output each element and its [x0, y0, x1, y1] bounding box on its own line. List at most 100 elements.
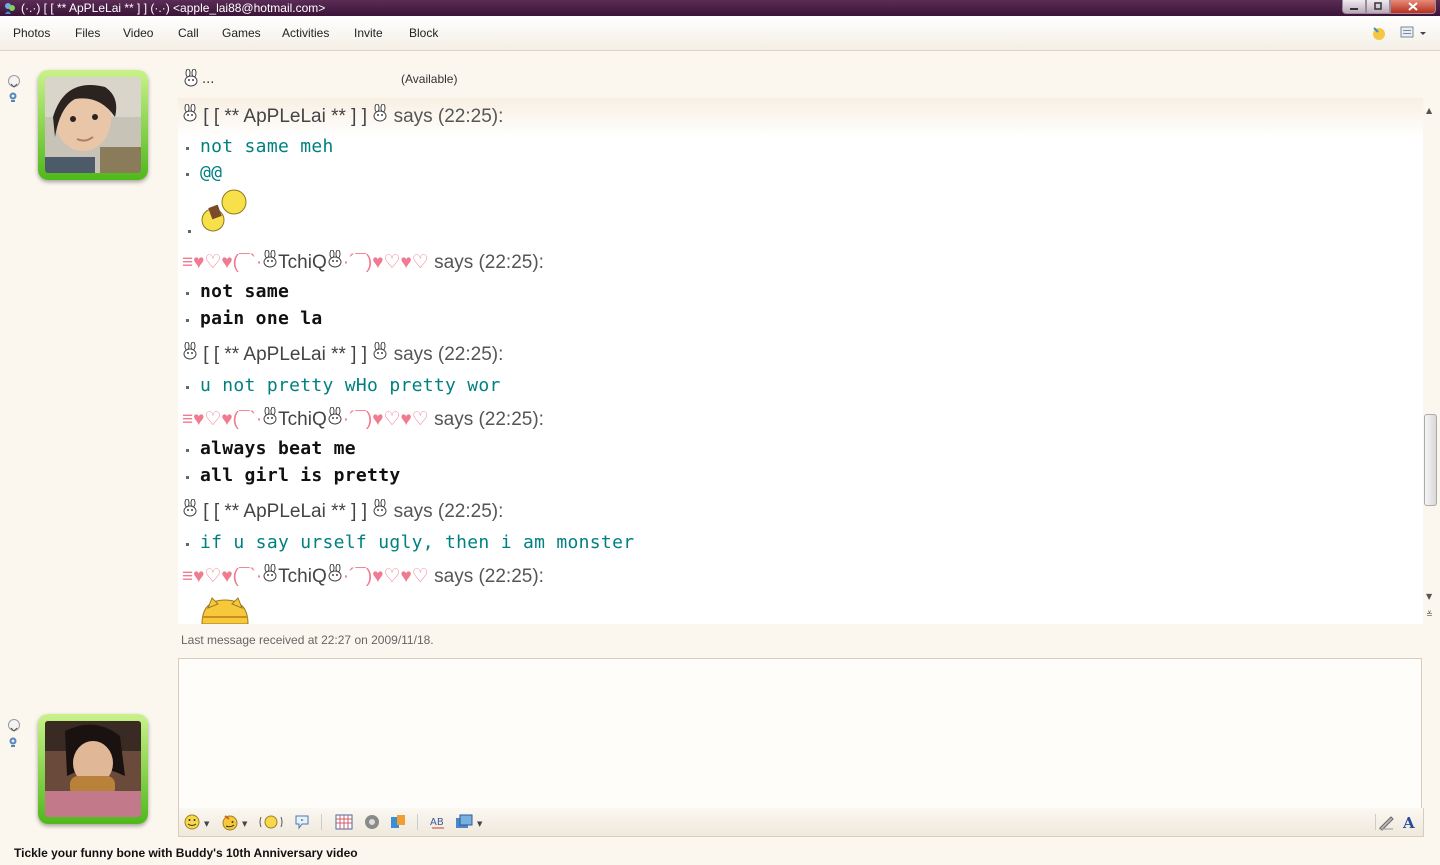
message-line: if u say urself ugly, then i am monster [185, 532, 634, 553]
sender-decoration: ·´¯)♥♡♥♡ [342, 409, 429, 430]
chevron-down-icon[interactable]: ▼ [204, 820, 209, 828]
scroll-down-arrow-icon[interactable]: ▼ [1426, 592, 1432, 601]
sender-name: TchiQ [278, 252, 327, 273]
sender-decoration: ≡♥♡♥(¯`· [182, 252, 263, 273]
bunny-emoticon [183, 498, 197, 517]
menu-files[interactable]: Files [75, 26, 100, 40]
chevron-down-icon [10, 83, 18, 88]
voice-clip-icon[interactable] [293, 813, 311, 831]
nudge-icon[interactable] [1370, 24, 1388, 42]
contact-avatar[interactable] [38, 70, 148, 180]
minimize-icon [1350, 7, 1358, 10]
toolbar-separator [1375, 814, 1376, 830]
menu-video[interactable]: Video [123, 26, 153, 40]
menu-activities[interactable]: Activities [282, 26, 329, 40]
nudge-icon[interactable] [259, 813, 283, 831]
menu-bar: Photos Files Video Call Games Activities… [0, 16, 1440, 51]
bunny-emoticon [328, 563, 342, 582]
bunny-emoticon [263, 406, 277, 425]
conversation-scrollbar[interactable]: ▲ ▼ ≚ [1423, 104, 1437, 624]
background-icon[interactable] [363, 813, 381, 831]
menu-games[interactable]: Games [222, 26, 261, 40]
menu-invite[interactable]: Invite [354, 26, 383, 40]
message-header: ≡♥♡♥(¯`· TchiQ ·´¯)♥♡♥♡ says (22:25): [182, 406, 544, 431]
ink-grid-icon[interactable] [335, 813, 353, 831]
chevron-down-icon[interactable]: ▼ [477, 820, 482, 828]
close-button[interactable] [1390, 0, 1436, 14]
sender-decoration: ≡♥♡♥(¯`· [182, 409, 263, 430]
sender-decoration: ·´¯)♥♡♥♡ [342, 252, 429, 273]
messenger-icon [5, 3, 15, 14]
message-line: all girl is pretty [185, 465, 400, 486]
cat-emoticon [201, 597, 249, 624]
my-avatar[interactable] [38, 714, 148, 824]
bunny-emoticon [183, 103, 197, 122]
message-input[interactable] [178, 658, 1422, 810]
last-message-info: Last message received at 22:27 on 2009/1… [181, 633, 434, 647]
bunny-emoticon [328, 249, 342, 268]
sender-name: TchiQ [278, 566, 327, 587]
emoticon-icon[interactable] [183, 813, 201, 831]
message-line: not same [185, 281, 289, 302]
says-time: says (22:25): [393, 501, 504, 522]
says-time: says (22:25): [393, 106, 504, 127]
message-line: always beat me [186, 438, 356, 459]
sender-name: [ [ ** ApPLeLai ** ] ] [203, 501, 367, 522]
duck-emoticon [201, 189, 247, 232]
spell-check-icon[interactable]: AB [429, 813, 447, 831]
font-icon[interactable]: A [1401, 813, 1419, 831]
says-time: says (22:25): [434, 566, 544, 587]
title-bar: (·.·) [ [ ** ApPLeLai ** ] ] (·.·) <appl… [0, 0, 1440, 16]
bunny-emoticon [373, 103, 387, 122]
message-header: [ [ ** ApPLeLai ** ] ] says (22:25): [182, 341, 504, 366]
bunny-emoticon [373, 341, 387, 360]
bunny-emoticon [184, 69, 198, 87]
bunny-emoticon [183, 341, 197, 360]
sender-decoration: ≡♥♡♥(¯`· [182, 566, 263, 587]
bunny-emoticon [373, 498, 387, 517]
collapse-my-picture-toggle[interactable] [8, 719, 20, 732]
sender-name: [ [ ** ApPLeLai ** ] ] [203, 106, 367, 127]
message-line: pain one la [186, 308, 323, 329]
says-time: says (22:25): [434, 409, 544, 430]
contact-photo [45, 77, 141, 173]
menu-call[interactable]: Call [178, 26, 199, 40]
scroll-to-end-icon[interactable]: ≚ [1426, 610, 1433, 619]
advertisement-link[interactable]: Tickle your funny bone with Buddy's 10th… [14, 846, 358, 860]
webcam-icon[interactable] [8, 737, 18, 747]
close-icon [1408, 2, 1418, 11]
message-header: [ [ ** ApPLeLai ** ] ] says (22:25): [182, 498, 504, 523]
bullet [188, 230, 191, 233]
sender-name: TchiQ [278, 409, 327, 430]
message-header: [ [ ** ApPLeLai ** ] ] says (22:25): [182, 103, 504, 128]
share-pictures-icon[interactable] [455, 813, 473, 831]
chevron-down-icon[interactable]: ▼ [242, 820, 247, 828]
conversation-history[interactable]: [ [ ** ApPLeLai ** ] ] says (22:25): not… [178, 98, 1423, 624]
webcam-icon[interactable] [8, 92, 18, 102]
show-menu-icon[interactable] [1400, 24, 1428, 42]
winks-icon[interactable] [389, 813, 407, 831]
menu-block[interactable]: Block [409, 26, 438, 40]
bunny-emoticon [263, 249, 277, 268]
window-title: (·.·) [ [ ** ApPLeLai ** ] ] (·.·) <appl… [21, 1, 326, 15]
sender-decoration: ·´¯)♥♡♥♡ [342, 566, 429, 587]
scroll-thumb[interactable] [1424, 414, 1437, 506]
minimize-button[interactable] [1342, 0, 1366, 14]
wink-icon[interactable] [221, 813, 239, 831]
contact-status: (Available) [401, 72, 458, 86]
says-time: says (22:25): [434, 252, 544, 273]
toolbar-separator [321, 814, 322, 830]
collapse-contact-picture-toggle[interactable] [8, 75, 20, 88]
scroll-up-arrow-icon[interactable]: ▲ [1426, 106, 1432, 115]
toolbar-separator [417, 814, 418, 830]
handwriting-icon[interactable] [1377, 813, 1395, 831]
bunny-emoticon [328, 406, 342, 425]
contact-display-name: ... [202, 72, 215, 87]
maximize-button[interactable] [1366, 0, 1390, 14]
says-time: says (22:25): [393, 344, 504, 365]
message-header: ≡♥♡♥(¯`· TchiQ ·´¯)♥♡♥♡ says (22:25): [182, 249, 544, 274]
menu-photos[interactable]: Photos [13, 26, 50, 40]
message-line: u not pretty wHo pretty wor [186, 375, 501, 396]
restore-icon [1374, 2, 1382, 10]
chevron-down-icon [10, 727, 18, 732]
